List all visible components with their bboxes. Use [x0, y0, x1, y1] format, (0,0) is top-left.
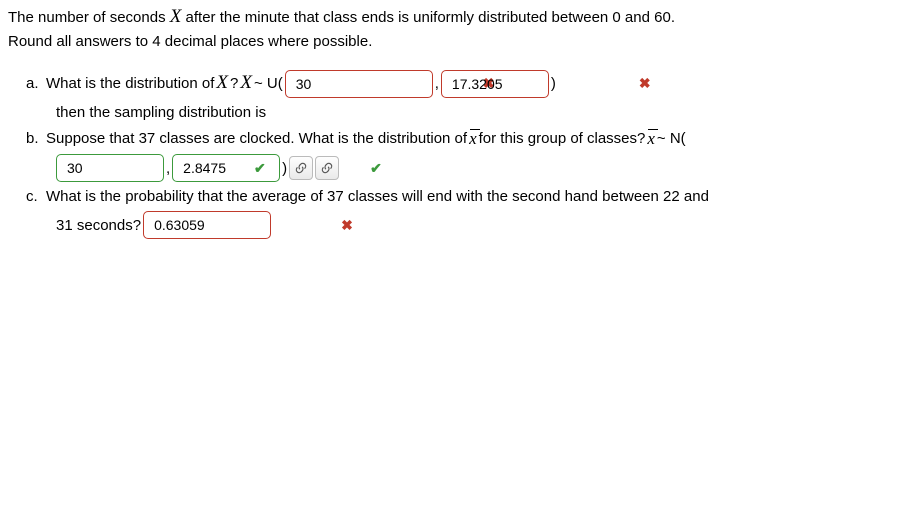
- qb-input-2-box: ✔: [172, 154, 280, 182]
- help-link-icon[interactable]: [315, 156, 339, 180]
- qa-text-2: ?: [230, 73, 238, 94]
- xbar-icon: x: [469, 127, 477, 151]
- qa-close: ): [551, 73, 556, 94]
- help-link-icon[interactable]: [289, 156, 313, 180]
- qb-text-1: Suppose that 37 classes are clocked. Wha…: [46, 128, 467, 149]
- qc-input-1[interactable]: [152, 216, 337, 234]
- wrong-icon: ✖: [341, 216, 353, 236]
- qa-input-1-box: ✖: [285, 70, 433, 98]
- qb-comma: ,: [166, 158, 170, 179]
- qb-input-1-box: ✔: [56, 154, 164, 182]
- qa-text-1: What is the distribution of: [46, 73, 214, 94]
- qa-sub-text: then the sampling distribution is: [56, 102, 896, 123]
- question-c-line1: c. What is the probability that the aver…: [26, 186, 896, 207]
- qa-input-2-box: ✖: [441, 70, 549, 98]
- intro-var-x: X: [170, 6, 182, 27]
- question-list: a. What is the distribution of X ? X ~ U…: [26, 70, 896, 240]
- qa-var-1: X: [216, 70, 228, 97]
- label-a: a.: [26, 73, 44, 94]
- wrong-icon: ✖: [639, 74, 651, 94]
- qb-text-3: ~ N(: [657, 128, 686, 149]
- qb-text-2: for this group of classes?: [479, 128, 646, 149]
- question-b-inputs: ✔ , ✔ ): [56, 154, 896, 182]
- qa-input-2[interactable]: [450, 75, 635, 93]
- qa-comma: ,: [435, 73, 439, 94]
- intro-text-1: The number of seconds: [8, 9, 170, 26]
- correct-icon: ✔: [370, 159, 382, 179]
- label-b: b.: [26, 128, 44, 149]
- label-c: c.: [26, 186, 44, 207]
- qa-text-3: ~ U(: [254, 73, 283, 94]
- intro-block: The number of seconds X after the minute…: [8, 4, 896, 52]
- qc-input-1-box: ✖: [143, 211, 271, 239]
- question-b: b. Suppose that 37 classes are clocked. …: [26, 127, 896, 151]
- qb-close: ): [282, 158, 287, 179]
- xbar-icon: x: [647, 127, 655, 151]
- question-c-line2: 31 seconds? ✖: [56, 211, 896, 239]
- qc-text-2: 31 seconds?: [56, 215, 141, 236]
- question-a: a. What is the distribution of X ? X ~ U…: [26, 70, 896, 98]
- intro-text-1b: after the minute that class ends is unif…: [181, 9, 675, 26]
- intro-text-2: Round all answers to 4 decimal places wh…: [8, 33, 372, 50]
- qc-text-1: What is the probability that the average…: [46, 186, 709, 207]
- qa-var-2: X: [240, 70, 252, 97]
